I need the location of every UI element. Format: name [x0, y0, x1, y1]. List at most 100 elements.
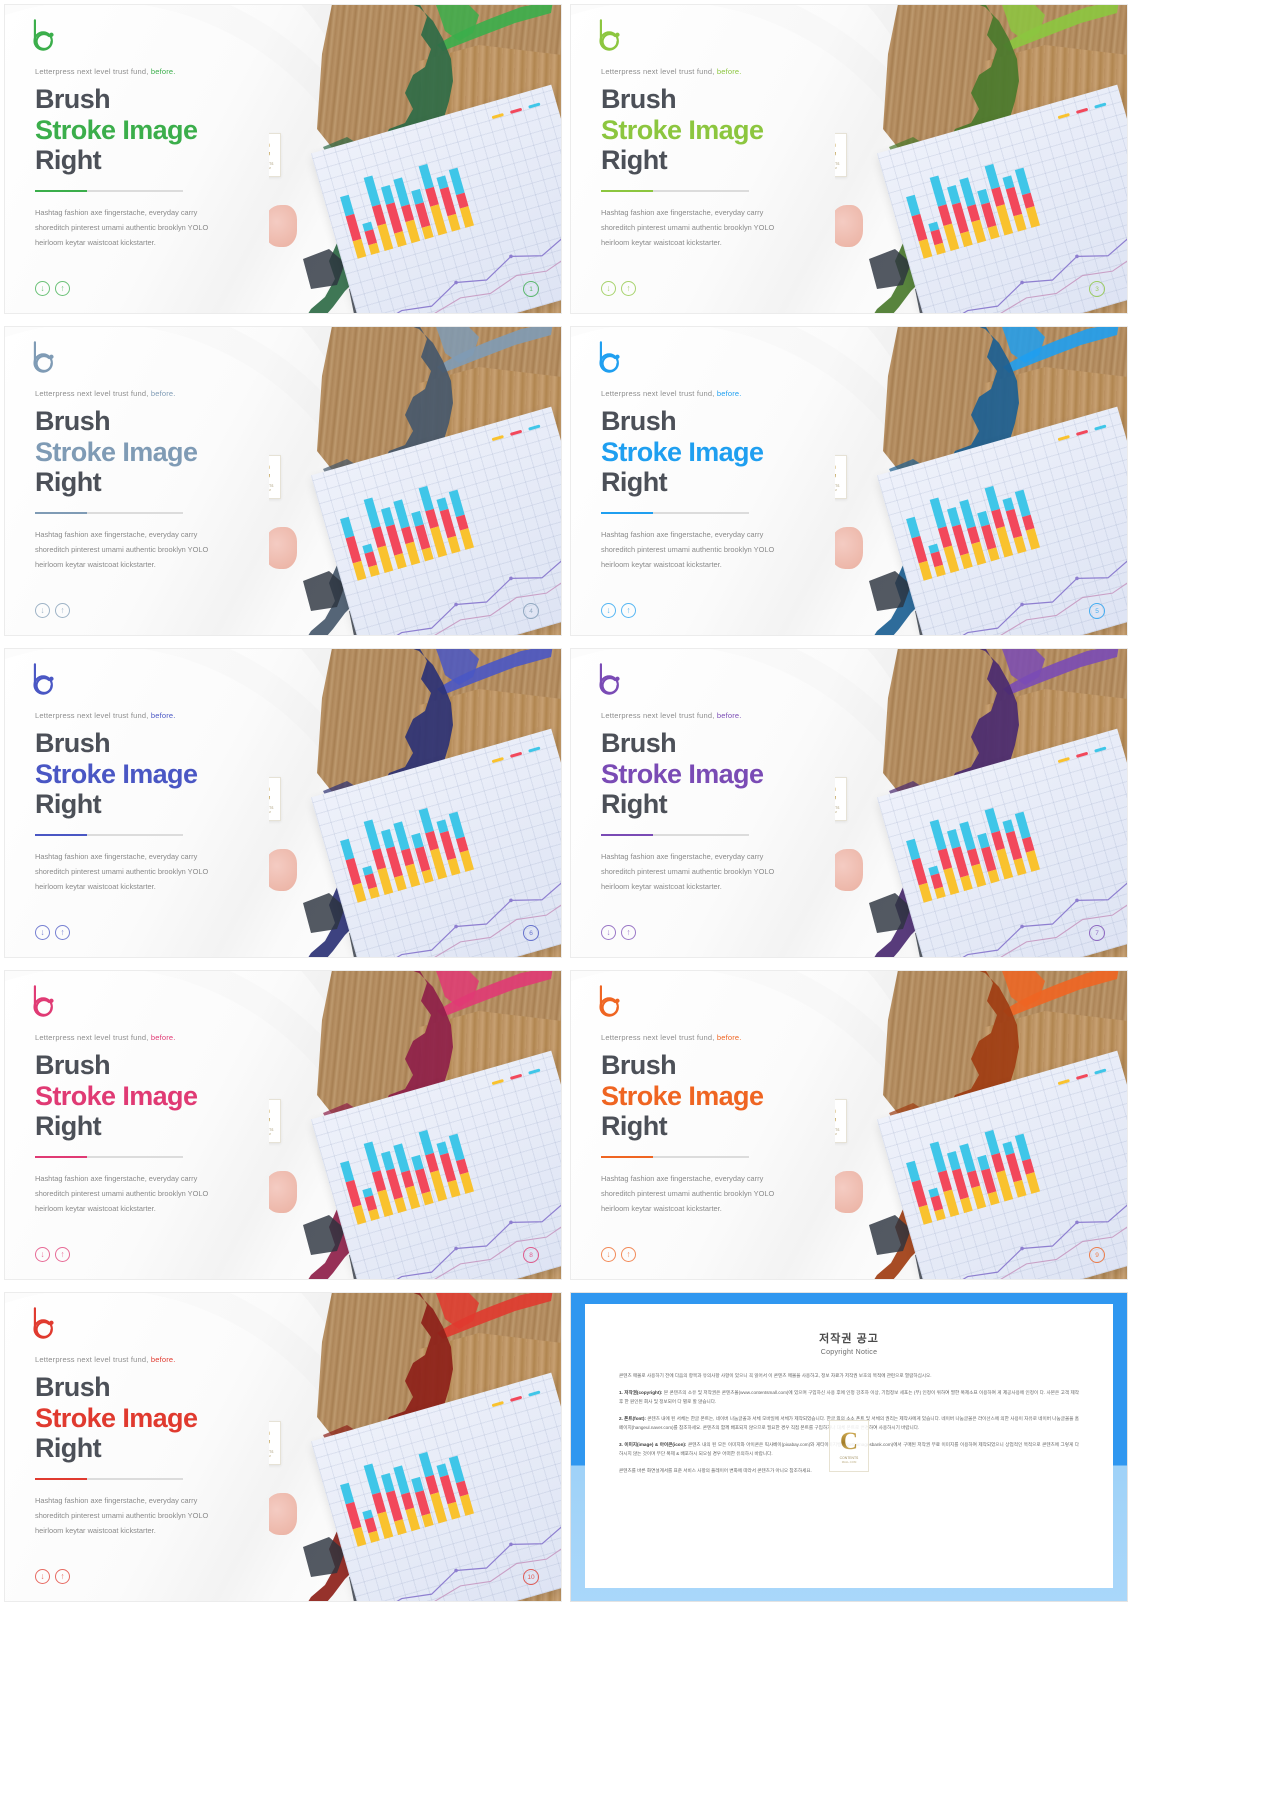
arrow-up-icon[interactable]: ↑ [621, 925, 636, 940]
slide-text-block: Letterpress next level trust fund, befor… [601, 711, 901, 894]
arrow-up-icon[interactable]: ↑ [55, 603, 70, 618]
slide-nav-arrows[interactable]: ↓ ↑ [601, 925, 636, 940]
slide-text-block: Letterpress next level trust fund, befor… [35, 1355, 335, 1538]
eyebrow-prefix: Letterpress next level trust fund, [601, 67, 715, 76]
slide-logo[interactable] [593, 983, 627, 1021]
arrow-up-icon[interactable]: ↑ [621, 1247, 636, 1262]
slide-headline: Brush Stroke Image Right [35, 406, 335, 498]
slide-nav-arrows[interactable]: ↓ ↑ [601, 281, 636, 296]
arrow-up-icon[interactable]: ↑ [55, 1247, 70, 1262]
arrow-down-icon[interactable]: ↓ [601, 603, 616, 618]
thumbnail-grid: C CONTENTS MALL.COM Letterpress next lev… [0, 0, 1280, 1810]
slide-page-number: 8 [523, 1247, 539, 1263]
copyright-section-3-label: 3. 이미지(image) & 아이콘(icon): [619, 1442, 687, 1448]
slide-logo[interactable] [593, 661, 627, 699]
slide-nav-arrows[interactable]: ↓ ↑ [35, 281, 70, 296]
slide-logo[interactable] [593, 17, 627, 55]
arrow-up-icon[interactable]: ↑ [621, 281, 636, 296]
slide-headline: Brush Stroke Image Right [35, 728, 335, 820]
arrow-down-icon[interactable]: ↓ [35, 925, 50, 940]
contents-mall-card: C CONTENTS MALL.COM [835, 1099, 847, 1143]
eyebrow-prefix: Letterpress next level trust fund, [35, 67, 149, 76]
slide-nav-arrows[interactable]: ↓ ↑ [35, 1569, 70, 1584]
slide-nav-arrows[interactable]: ↓ ↑ [35, 925, 70, 940]
eyebrow-prefix: Letterpress next level trust fund, [35, 1355, 149, 1364]
eyebrow-suffix: before. [150, 389, 176, 398]
c-monogram-icon: C [269, 140, 271, 160]
slide-thumbnail[interactable]: C CONTENTS MALL.COM Letterpress next lev… [4, 648, 562, 958]
headline-line-2: Stroke Image [35, 1402, 198, 1433]
slide-nav-arrows[interactable]: ↓ ↑ [601, 603, 636, 618]
slide-eyebrow: Letterpress next level trust fund, befor… [601, 711, 901, 720]
contents-mall-card: C CONTENTS MALL.COM [835, 133, 847, 177]
slide-thumbnail[interactable]: C CONTENTS MALL.COM Letterpress next lev… [4, 1292, 562, 1602]
slide-page-number: 10 [523, 1569, 539, 1585]
c-monogram-icon: C [269, 1428, 271, 1448]
body-line-3: heirloom keytar waistcoat kickstarter. [35, 1525, 156, 1535]
body-line-3: heirloom keytar waistcoat kickstarter. [601, 1203, 722, 1213]
accent-divider-fill [35, 1155, 87, 1158]
card-subcaption: MALL.COM [269, 1133, 271, 1136]
slide-body-copy: Hashtag fashion axe fingerstache, everyd… [601, 205, 901, 251]
slide-nav-arrows[interactable]: ↓ ↑ [601, 1247, 636, 1262]
slide-page-number: 9 [1089, 1247, 1105, 1263]
headline-line-2: Stroke Image [35, 436, 198, 467]
slide-nav-arrows[interactable]: ↓ ↑ [35, 1247, 70, 1262]
copyright-notice-slide[interactable]: 저작권 공고 Copyright Notice 콘텐츠 매몰로 사용하기 전에 … [570, 1292, 1128, 1602]
slide-eyebrow: Letterpress next level trust fund, befor… [601, 389, 901, 398]
arrow-up-icon[interactable]: ↑ [55, 281, 70, 296]
c-monogram-icon: C [269, 784, 271, 804]
slide-thumbnail[interactable]: C CONTENTS MALL.COM Letterpress next lev… [570, 970, 1128, 1280]
bc-monogram-logo-icon [33, 1307, 54, 1339]
arrow-down-icon[interactable]: ↓ [601, 925, 616, 940]
contents-mall-card: C CONTENTS MALL.COM [269, 133, 281, 177]
body-line-3: heirloom keytar waistcoat kickstarter. [35, 237, 156, 247]
arrow-down-icon[interactable]: ↓ [35, 1247, 50, 1262]
arrow-down-icon[interactable]: ↓ [601, 281, 616, 296]
body-line-1: Hashtag fashion axe fingerstache, everyd… [601, 851, 764, 861]
arrow-down-icon[interactable]: ↓ [35, 603, 50, 618]
arrow-up-icon[interactable]: ↑ [55, 1569, 70, 1584]
slide-eyebrow: Letterpress next level trust fund, befor… [35, 1355, 335, 1364]
c-monogram-icon: C [835, 140, 837, 160]
body-line-2: shoreditch pinterest umami authentic bro… [601, 222, 775, 232]
slide-thumbnail[interactable]: C CONTENTS MALL.COM Letterpress next lev… [4, 970, 562, 1280]
headline-line-3: Right [35, 145, 102, 175]
slide-thumbnail[interactable]: C CONTENTS MALL.COM Letterpress next lev… [4, 326, 562, 636]
slide-thumbnail[interactable]: C CONTENTS MALL.COM Letterpress next lev… [570, 326, 1128, 636]
copyright-section-1-label: 1. 저작권(copyright): [619, 1390, 663, 1396]
eyebrow-suffix: before. [150, 67, 176, 76]
slide-logo[interactable] [27, 661, 61, 699]
arrow-down-icon[interactable]: ↓ [35, 281, 50, 296]
headline-line-3: Right [601, 789, 668, 819]
accent-divider-rule [35, 1155, 183, 1158]
slide-logo[interactable] [27, 1305, 61, 1343]
eyebrow-suffix: before. [150, 711, 176, 720]
arrow-up-icon[interactable]: ↑ [621, 603, 636, 618]
copyright-section-1-text: 본 콘텐츠의 소유 및 저작권은 콘텐츠몰(www.contentsmall.c… [619, 1390, 1079, 1404]
watermark-subcaption: MALL.COM [841, 1459, 857, 1464]
slide-logo[interactable] [27, 17, 61, 55]
slide-thumbnail[interactable]: C CONTENTS MALL.COM Letterpress next lev… [570, 4, 1128, 314]
arrow-down-icon[interactable]: ↓ [35, 1569, 50, 1584]
card-caption: CONTENTS [269, 162, 274, 166]
slide-logo[interactable] [27, 983, 61, 1021]
slide-text-block: Letterpress next level trust fund, befor… [601, 389, 901, 572]
slide-nav-arrows[interactable]: ↓ ↑ [35, 603, 70, 618]
bc-monogram-logo-icon [599, 985, 620, 1017]
arrow-down-icon[interactable]: ↓ [601, 1247, 616, 1262]
accent-divider-rule [601, 1155, 749, 1158]
eyebrow-suffix: before. [716, 1033, 742, 1042]
slide-text-block: Letterpress next level trust fund, befor… [35, 67, 335, 250]
copyright-intro: 콘텐츠 매몰로 사용하기 전에 다음의 항목과 유의사항 사항이 있으니 꼭 읽… [619, 1373, 932, 1378]
c-monogram-icon: C [835, 462, 837, 482]
slide-logo[interactable] [27, 339, 61, 377]
eyebrow-prefix: Letterpress next level trust fund, [35, 1033, 149, 1042]
arrow-up-icon[interactable]: ↑ [55, 925, 70, 940]
slide-thumbnail[interactable]: C CONTENTS MALL.COM Letterpress next lev… [4, 4, 562, 314]
slide-thumbnail[interactable]: C CONTENTS MALL.COM Letterpress next lev… [570, 648, 1128, 958]
copyright-frame: 저작권 공고 Copyright Notice 콘텐츠 매몰로 사용하기 전에 … [571, 1293, 1127, 1601]
slide-logo[interactable] [593, 339, 627, 377]
headline-line-3: Right [35, 789, 102, 819]
contents-mall-card: C CONTENTS MALL.COM [835, 455, 847, 499]
